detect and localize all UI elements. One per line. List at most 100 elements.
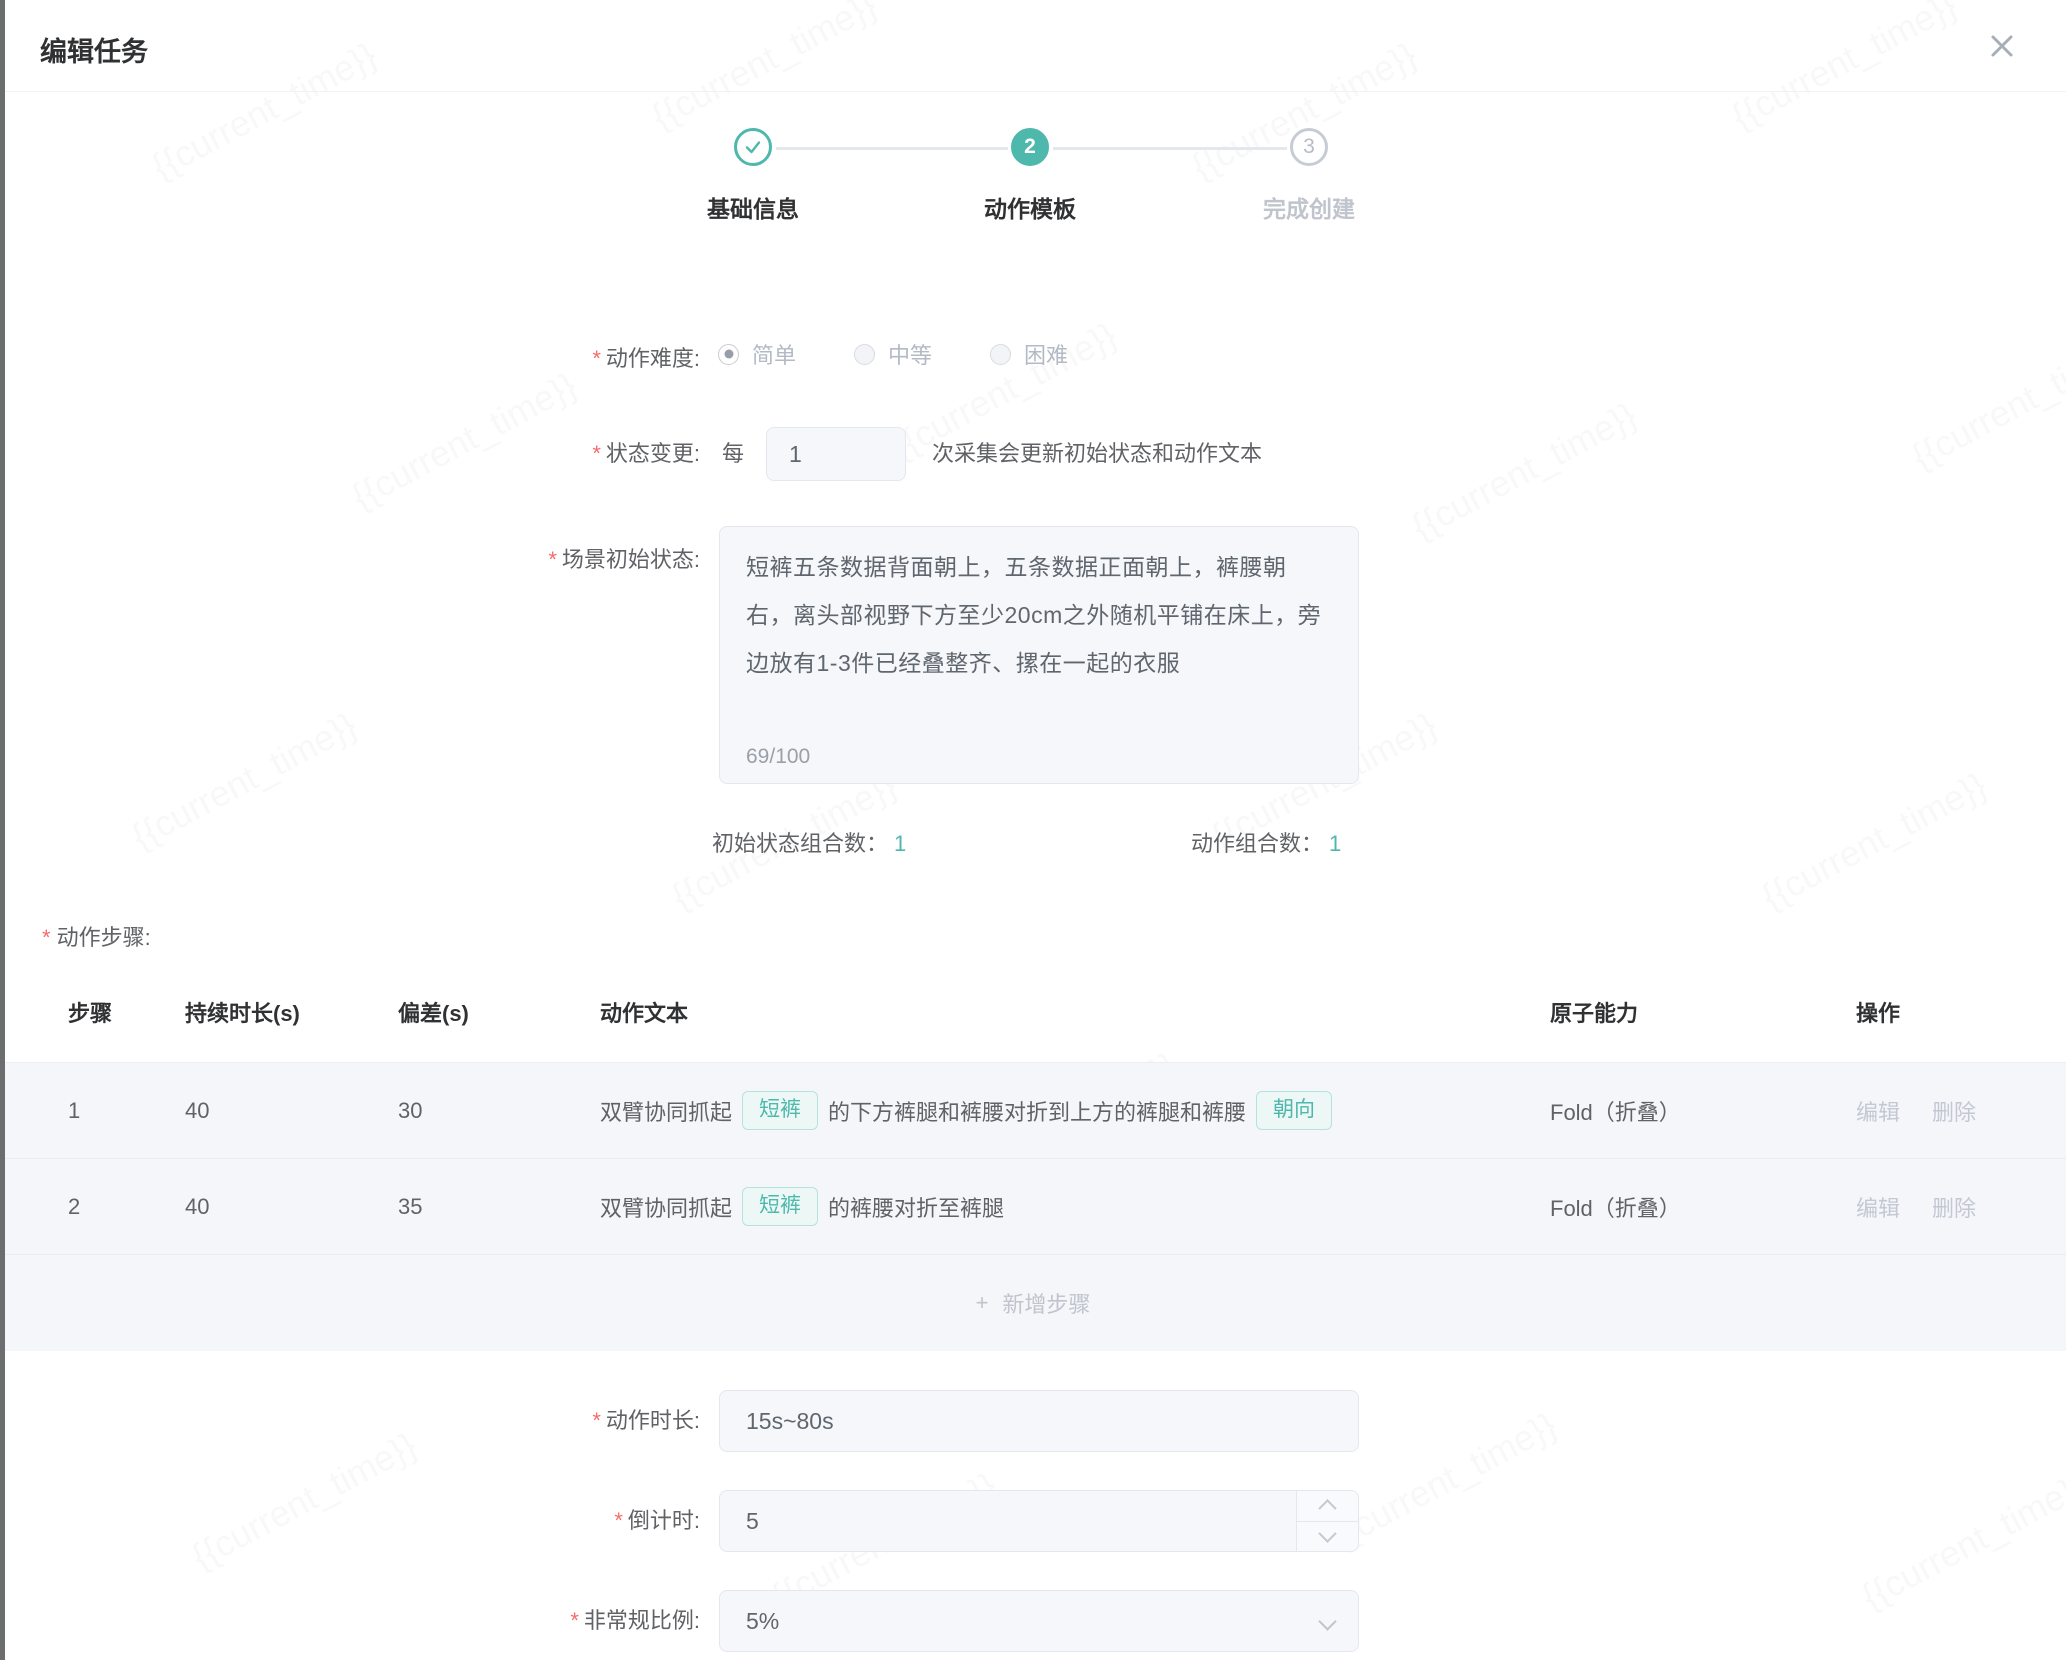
plus-icon: + bbox=[976, 1290, 989, 1316]
unusual-ratio-label: *非常规比例: bbox=[0, 1590, 700, 1652]
radio-label: 简单 bbox=[752, 338, 796, 370]
cell-action-text: 双臂协同抓起短裤的下方裤腿和裤腰对折到上方的裤腿和裤腰朝向 bbox=[600, 1091, 1550, 1129]
page-left-edge bbox=[0, 0, 5, 1660]
unusual-ratio-row: *非常规比例: 5% bbox=[0, 1590, 2066, 1652]
table-row: 24035双臂协同抓起短裤的裤腰对折至裤腿Fold（折叠）编辑删除 bbox=[0, 1159, 2066, 1255]
state-change-count-input[interactable]: 1 bbox=[766, 427, 906, 481]
action-steps-section-label: *动作步骤: bbox=[42, 920, 151, 952]
required-asterisk: * bbox=[592, 346, 601, 371]
cell-atomic-ability: Fold（折叠） bbox=[1550, 1191, 1856, 1223]
cell-atomic-ability: Fold（折叠） bbox=[1550, 1095, 1856, 1127]
stepper-step-basic-info: 基础信息 bbox=[623, 128, 883, 224]
number-stepper bbox=[1296, 1491, 1358, 1551]
col-header-atomic-ability: 原子能力 bbox=[1550, 996, 1856, 1028]
dialog-title: 编辑任务 bbox=[40, 30, 148, 69]
initial-state-combo-value: 1 bbox=[894, 831, 906, 856]
character-counter: 69/100 bbox=[746, 745, 810, 769]
action-text-segment: 的裤腰对折至裤腿 bbox=[828, 1191, 1004, 1223]
cell-duration: 40 bbox=[185, 1194, 398, 1220]
state-change-label: *状态变更: bbox=[0, 426, 700, 482]
delete-link[interactable]: 删除 bbox=[1932, 1095, 1976, 1127]
countdown-row: *倒计时: 5 bbox=[0, 1490, 2066, 1552]
dialog-header: 编辑任务 bbox=[0, 0, 2066, 92]
required-asterisk: * bbox=[592, 1408, 601, 1433]
action-text-segment: 的下方裤腿和裤腰对折到上方的裤腿和裤腰 bbox=[828, 1095, 1246, 1127]
add-step-label: 新增步骤 bbox=[1002, 1287, 1090, 1319]
combination-counts-row: 初始状态组合数：1 动作组合数：1 bbox=[0, 826, 2066, 856]
required-asterisk: * bbox=[548, 547, 557, 572]
add-step-button[interactable]: + 新增步骤 bbox=[0, 1255, 2066, 1351]
unusual-ratio-value: 5% bbox=[746, 1608, 779, 1634]
state-change-prefix: 每 bbox=[722, 426, 744, 482]
stepper-step-finish: 3 完成创建 bbox=[1179, 128, 1439, 224]
step-number-badge: 3 bbox=[1290, 128, 1328, 166]
chevron-down-icon bbox=[1318, 1524, 1336, 1542]
state-change-suffix: 次采集会更新初始状态和动作文本 bbox=[932, 426, 1262, 482]
radio-option-hard[interactable]: 困难 bbox=[990, 338, 1068, 370]
cell-offset: 35 bbox=[398, 1194, 600, 1220]
state-change-field-row: *状态变更: 每 1 次采集会更新初始状态和动作文本 bbox=[0, 426, 2066, 482]
col-header-operations: 操作 bbox=[1856, 996, 2066, 1028]
radio-icon bbox=[854, 344, 875, 365]
delete-link[interactable]: 删除 bbox=[1932, 1191, 1976, 1223]
step-done-check-icon bbox=[734, 128, 772, 166]
col-header-offset: 偏差(s) bbox=[398, 996, 600, 1028]
required-asterisk: * bbox=[42, 925, 51, 950]
cell-duration: 40 bbox=[185, 1098, 398, 1124]
initial-state-combo-count: 初始状态组合数：1 bbox=[712, 826, 906, 858]
countdown-input[interactable]: 5 bbox=[719, 1490, 1359, 1552]
stepper-decrease-button[interactable] bbox=[1297, 1521, 1358, 1552]
difficulty-field-row: *动作难度: 简单 中等 困难 bbox=[0, 338, 2066, 370]
required-asterisk: * bbox=[570, 1608, 579, 1633]
countdown-value: 5 bbox=[746, 1508, 759, 1534]
radio-label: 中等 bbox=[888, 338, 932, 370]
required-asterisk: * bbox=[614, 1508, 623, 1533]
scene-initial-state-row: *场景初始状态: 短裤五条数据背面朝上，五条数据正面朝上，裤腰朝右，离头部视野下… bbox=[0, 526, 2066, 786]
step-label-action-template: 动作模板 bbox=[984, 190, 1076, 224]
action-duration-input[interactable]: 15s~80s bbox=[719, 1390, 1359, 1452]
slot-tag: 短裤 bbox=[742, 1091, 818, 1129]
edit-link[interactable]: 编辑 bbox=[1856, 1095, 1900, 1127]
radio-icon-selected bbox=[718, 344, 739, 365]
radio-icon bbox=[990, 344, 1011, 365]
step-label-finish: 完成创建 bbox=[1263, 190, 1355, 224]
difficulty-radio-group: 简单 中等 困难 bbox=[718, 338, 1068, 370]
edit-link[interactable]: 编辑 bbox=[1856, 1191, 1900, 1223]
col-header-step: 步骤 bbox=[68, 996, 185, 1028]
stepper-increase-button[interactable] bbox=[1297, 1491, 1358, 1521]
cell-step: 2 bbox=[68, 1194, 185, 1220]
radio-option-medium[interactable]: 中等 bbox=[854, 338, 932, 370]
cell-offset: 30 bbox=[398, 1098, 600, 1124]
scene-initial-state-label: *场景初始状态: bbox=[0, 542, 700, 574]
step-label-basic-info: 基础信息 bbox=[707, 190, 799, 224]
action-combo-count: 动作组合数：1 bbox=[1191, 826, 1341, 858]
action-duration-row: *动作时长: 15s~80s bbox=[0, 1390, 2066, 1452]
steps-table-header: 步骤 持续时长(s) 偏差(s) 动作文本 原子能力 操作 bbox=[0, 986, 2066, 1038]
slot-tag: 朝向 bbox=[1256, 1091, 1332, 1129]
table-row: 14030双臂协同抓起短裤的下方裤腿和裤腰对折到上方的裤腿和裤腰朝向Fold（折… bbox=[0, 1063, 2066, 1159]
chevron-down-icon bbox=[1318, 1612, 1336, 1630]
unusual-ratio-select[interactable]: 5% bbox=[719, 1590, 1359, 1652]
stepper-step-action-template: 2 动作模板 bbox=[900, 128, 1160, 224]
action-duration-label: *动作时长: bbox=[0, 1390, 700, 1452]
required-asterisk: * bbox=[592, 441, 601, 466]
cell-operations: 编辑删除 bbox=[1856, 1191, 2066, 1223]
close-icon bbox=[1987, 31, 2017, 61]
slot-tag: 短裤 bbox=[742, 1187, 818, 1225]
scene-initial-state-value: 短裤五条数据背面朝上，五条数据正面朝上，裤腰朝右，离头部视野下方至少20cm之外… bbox=[746, 543, 1332, 687]
cell-operations: 编辑删除 bbox=[1856, 1095, 2066, 1127]
difficulty-label: *动作难度: bbox=[0, 341, 700, 373]
action-text-segment: 双臂协同抓起 bbox=[600, 1095, 732, 1127]
scene-initial-state-textarea[interactable]: 短裤五条数据背面朝上，五条数据正面朝上，裤腰朝右，离头部视野下方至少20cm之外… bbox=[719, 526, 1359, 784]
cell-step: 1 bbox=[68, 1098, 185, 1124]
steps-table-body: 14030双臂协同抓起短裤的下方裤腿和裤腰对折到上方的裤腿和裤腰朝向Fold（折… bbox=[0, 1062, 2066, 1351]
close-button[interactable] bbox=[1982, 26, 2022, 66]
radio-option-easy[interactable]: 简单 bbox=[718, 338, 796, 370]
radio-label: 困难 bbox=[1024, 338, 1068, 370]
cell-action-text: 双臂协同抓起短裤的裤腰对折至裤腿 bbox=[600, 1187, 1550, 1225]
col-header-duration: 持续时长(s) bbox=[185, 996, 398, 1028]
action-combo-value: 1 bbox=[1329, 831, 1341, 856]
step-number-badge: 2 bbox=[1011, 128, 1049, 166]
col-header-action-text: 动作文本 bbox=[600, 996, 1550, 1028]
action-text-segment: 双臂协同抓起 bbox=[600, 1191, 732, 1223]
